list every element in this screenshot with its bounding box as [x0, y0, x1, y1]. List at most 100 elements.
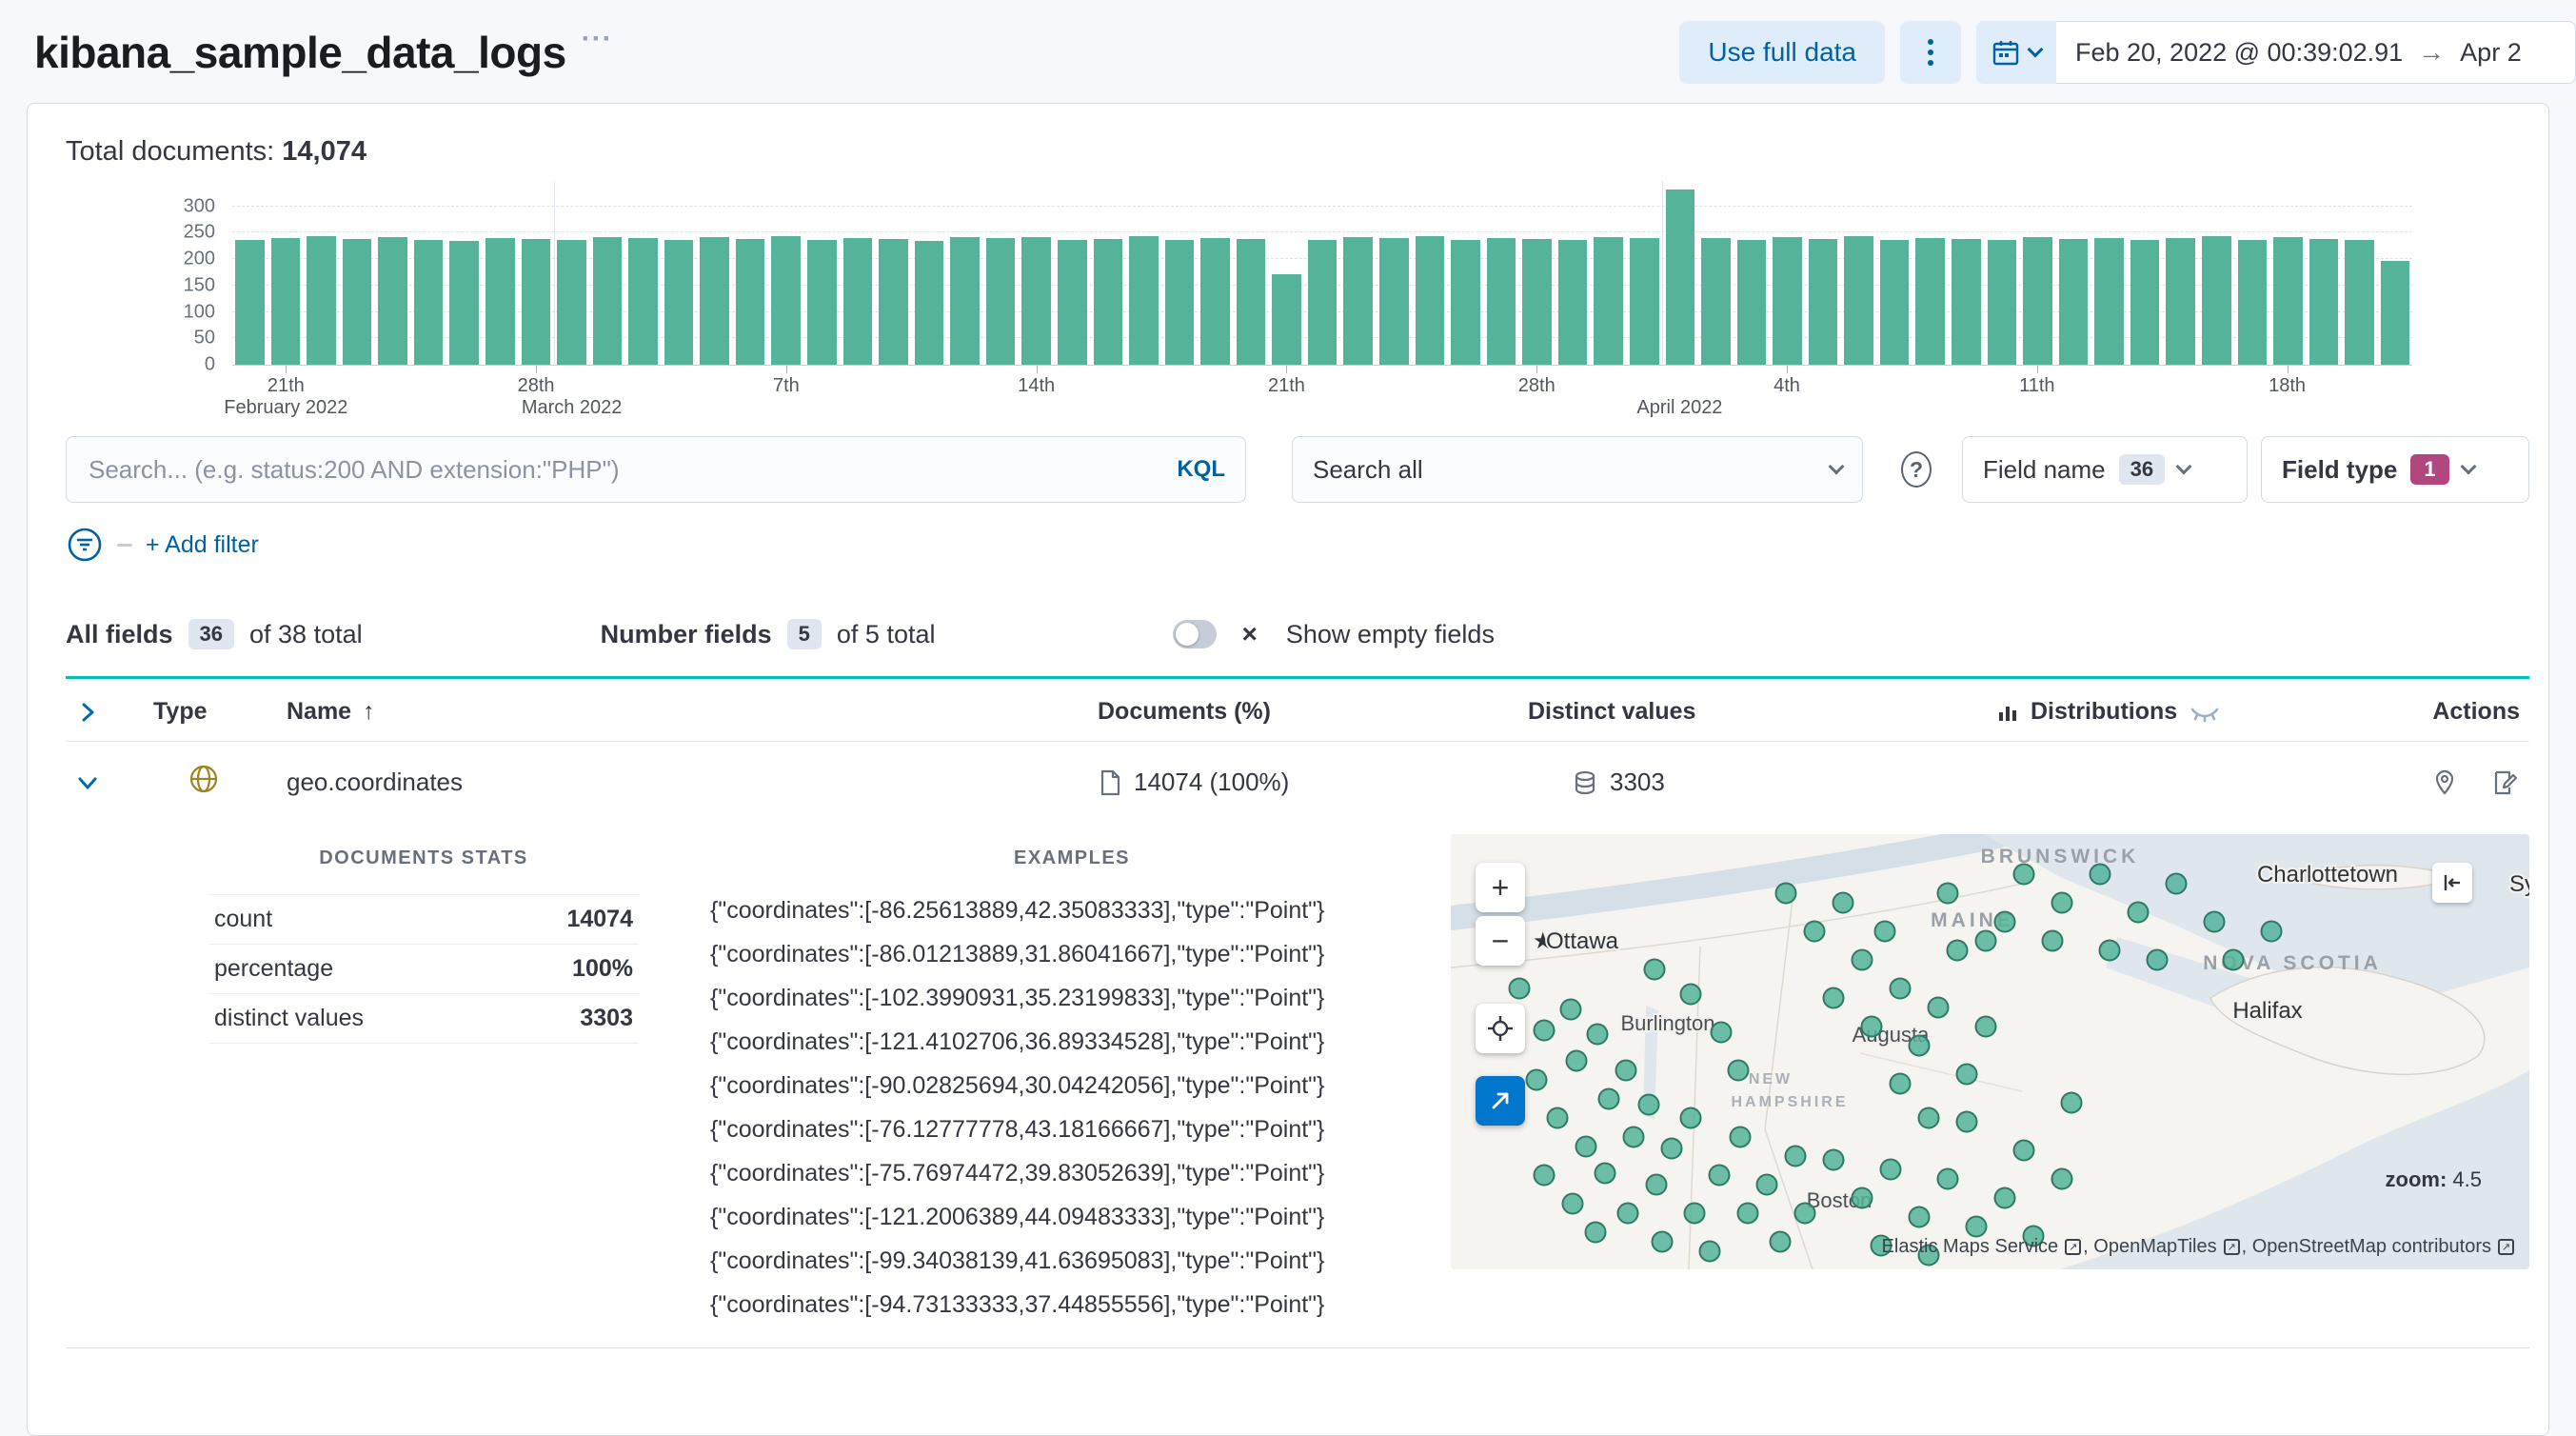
geo-point-marker: [1683, 1202, 1706, 1225]
filter-icon[interactable]: [66, 526, 104, 564]
geo-point-marker: [1651, 1230, 1674, 1253]
geo-point-marker: [1565, 1049, 1588, 1072]
geo-point-marker: [1594, 1162, 1616, 1185]
bar-chart-icon: [1999, 706, 2016, 721]
search-box: KQL: [66, 436, 1246, 503]
documents-stats-title: DOCUMENTS STATS: [319, 848, 528, 868]
geo-point-marker: [1769, 1230, 1792, 1253]
geo-point-marker: [1955, 1110, 1978, 1133]
add-filter-link[interactable]: + Add filter: [146, 531, 259, 559]
histogram-bar: [1272, 273, 1301, 365]
expand-arrow-icon: [1492, 1092, 1509, 1109]
data-visualizer-panel: Total documents: 14,074 0 50 100 150 200 250 3…: [27, 103, 2549, 1436]
example-value: {"coordinates":[-86.25613889,42.35083333…: [710, 897, 1325, 924]
external-link-icon[interactable]: ↗: [2065, 1239, 2082, 1255]
geo-point-marker: [2089, 863, 2111, 886]
stat-row: distinct values 3303: [208, 994, 639, 1044]
date-range-picker[interactable]: Feb 20, 2022 @ 00:39:02.91 → Apr 2: [1976, 21, 2576, 84]
date-start[interactable]: Feb 20, 2022 @ 00:39:02.91: [2075, 38, 2403, 68]
date-range-text[interactable]: Feb 20, 2022 @ 00:39:02.91 → Apr 2: [2056, 37, 2522, 68]
column-distributions-label: Distributions: [2031, 698, 2178, 725]
geo-point-marker: [1873, 920, 1896, 943]
geo-point-marker: [1660, 1137, 1683, 1160]
collapse-row-button[interactable]: [66, 770, 153, 795]
map-zoom-in-button[interactable]: +: [1476, 863, 1525, 912]
stat-value: 3303: [580, 1005, 633, 1031]
sort-ascending-icon: ↑: [363, 698, 375, 725]
map-label: NEW: [1749, 1071, 1793, 1087]
histogram-bar: [2094, 237, 2124, 365]
histogram-bar: [1379, 238, 1409, 365]
column-name[interactable]: Name ↑: [260, 698, 1098, 726]
field-name[interactable]: geo.coordinates: [260, 768, 1098, 797]
field-name-filter-button[interactable]: Field name 36: [1962, 436, 2248, 503]
x-axis-day-label: 7th: [772, 375, 800, 396]
map-label: Sy: [2509, 871, 2529, 897]
all-fields-count-badge: 36: [188, 619, 235, 649]
histogram-bar: [2023, 236, 2052, 365]
use-full-data-button[interactable]: Use full data: [1679, 21, 1885, 84]
map-expand-button[interactable]: [1476, 1076, 1525, 1126]
field-type-icon-cell: [153, 763, 260, 802]
document-count-chart[interactable]: 0 50 100 150 200 250 300 21th February 2022 28th…: [66, 181, 2529, 421]
all-fields-summary: All fields 36 of 38 total: [66, 619, 363, 649]
examples-list: {"coordinates":[-86.25613889,42.35083333…: [710, 888, 1434, 1326]
x-tick: [1787, 366, 1789, 373]
geo-point-marker: [1860, 1015, 1883, 1038]
field-type-filter-button[interactable]: Field type 1: [2261, 436, 2529, 503]
external-link-icon[interactable]: ↗: [2223, 1239, 2240, 1255]
date-end[interactable]: Apr 2: [2460, 38, 2522, 68]
geo-point-marker: [1533, 1019, 1556, 1042]
chevron-right-icon: [82, 703, 94, 721]
histogram-x-axis: 21th February 2022 28th March 2022 7th 14th 21…: [224, 366, 2412, 421]
date-arrow-icon: →: [2418, 37, 2446, 67]
chevron-down-icon: [2460, 458, 2477, 475]
geo-point-marker: [2051, 891, 2073, 914]
histogram-bar: [1164, 239, 1195, 365]
histogram-plot[interactable]: 0 50 100 150 200 250 300: [184, 181, 2412, 375]
field-type-label: Field type: [2282, 454, 2398, 484]
example-value: {"coordinates":[-102.3990931,35.23199833…: [710, 985, 1325, 1011]
search-input[interactable]: [87, 453, 1162, 486]
quick-select-button[interactable]: [1976, 21, 2056, 84]
x-axis-day-label: 21th: [267, 375, 305, 396]
expand-all-button[interactable]: [66, 700, 153, 725]
edit-field-button[interactable]: [2491, 768, 2520, 797]
external-link-icon[interactable]: ↗: [2498, 1239, 2514, 1255]
histogram-bar: [628, 238, 658, 365]
attribution-link[interactable]: Elastic Maps Service: [1882, 1236, 2059, 1258]
geo-point-marker: [1974, 1015, 1997, 1038]
geo-point-marker: [2051, 1167, 2073, 1190]
attribution-link[interactable]: OpenStreetMap contributors: [2252, 1236, 2491, 1258]
field-row-geo-coordinates[interactable]: geo.coordinates 14074 (100%) 3303: [66, 742, 2529, 823]
eye-closed-icon[interactable]: [2189, 700, 2221, 725]
geo-point-marker: [2041, 929, 2064, 952]
search-scope-value: Search all: [1313, 454, 1423, 484]
geo-point-marker: [2012, 1139, 2035, 1162]
map-legend-toggle-button[interactable]: [2432, 863, 2472, 903]
geo-point-marker: [1965, 1215, 1988, 1238]
geo-point-marker: [1889, 977, 1912, 1000]
number-fields-label: Number fields: [600, 619, 772, 648]
kql-button[interactable]: KQL: [1177, 456, 1225, 483]
show-empty-fields-toggle[interactable]: [1173, 620, 1218, 648]
title-options-icon[interactable]: ···: [582, 23, 613, 55]
view-in-maps-button[interactable]: [2430, 768, 2459, 797]
geo-point-marker: [1774, 882, 1797, 905]
help-button[interactable]: ?: [1895, 449, 1937, 490]
map-locate-button[interactable]: [1476, 1004, 1525, 1053]
coordinates-map[interactable]: BRUNSWICK Charlottetown MAINE ★ Ottawa NOVA S…: [1451, 834, 2529, 1269]
histogram-bar: [1915, 237, 1945, 365]
geo-point-marker: [1851, 1187, 1873, 1209]
search-scope-select[interactable]: Search all: [1292, 436, 1863, 503]
map-label: Ottawa: [1546, 928, 1619, 954]
fields-table-header: Type Name ↑ Documents (%) Distinct value…: [66, 679, 2529, 742]
attribution-link[interactable]: OpenMapTiles: [2093, 1236, 2216, 1258]
histogram-bar: [1307, 239, 1338, 365]
histogram-bar: [664, 240, 694, 365]
map-zoom-out-button[interactable]: −: [1476, 916, 1525, 966]
more-options-button[interactable]: [1900, 21, 1961, 84]
histogram-bar: [1021, 237, 1051, 365]
geo-point-marker: [1993, 1187, 2016, 1209]
map-canvas: BRUNSWICKCharlottetownMAINE★OttawaNOVA S…: [1451, 834, 2529, 1269]
